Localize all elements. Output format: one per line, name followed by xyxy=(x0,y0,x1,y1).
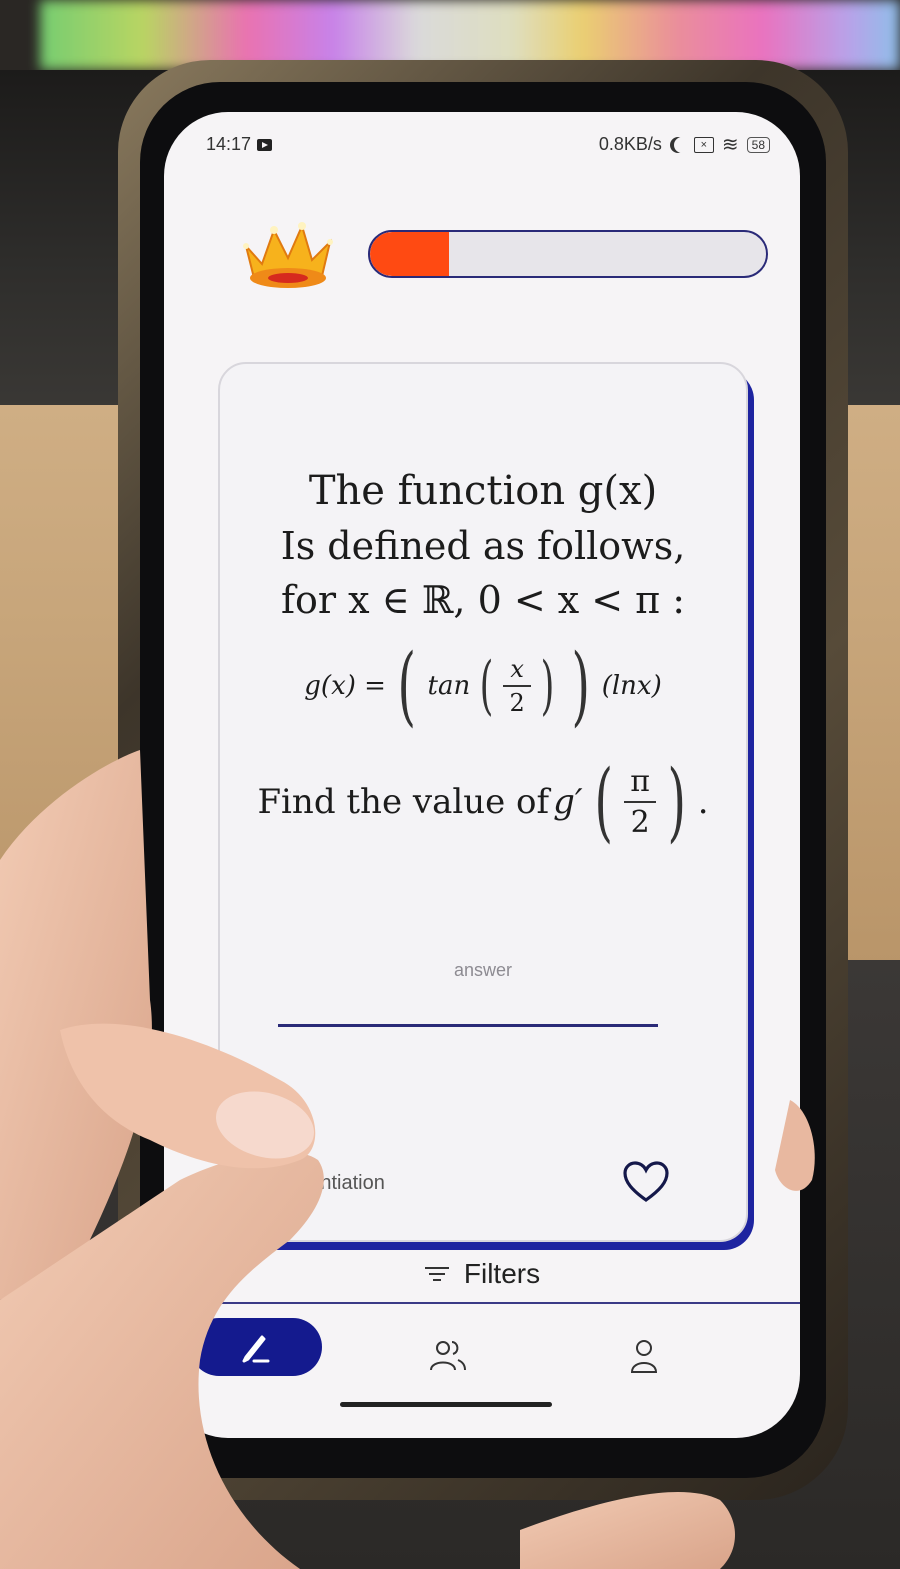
answer-input[interactable] xyxy=(278,992,658,1027)
progress-bar xyxy=(368,230,768,278)
formula-ln: (lnx) xyxy=(601,671,662,701)
status-bar: 14:17 0.8KB/s × ≋ 58 xyxy=(164,132,800,162)
question-line-1: The function g(x) xyxy=(308,468,658,514)
heart-icon[interactable] xyxy=(622,1160,670,1204)
filter-icon xyxy=(424,1264,450,1284)
answer-label: answer xyxy=(453,960,513,980)
question-card: The function g(x) Is defined as follows,… xyxy=(218,362,748,1242)
filters-label: Filters xyxy=(463,1258,541,1289)
status-time: 14:17 xyxy=(206,134,252,154)
progress-fill xyxy=(370,232,450,276)
topic-tags: s, differentiation xyxy=(244,1172,385,1194)
find-function: g′ xyxy=(553,782,583,822)
user-icon[interactable] xyxy=(624,1336,664,1376)
moon-icon xyxy=(674,137,690,153)
network-speed: 0.8KB/s xyxy=(598,134,662,154)
formula-tan: tan xyxy=(427,671,471,701)
users-icon[interactable] xyxy=(428,1336,468,1376)
question-find: Find the value of g′ ( π 2 ) . xyxy=(257,752,709,852)
pen-icon xyxy=(242,1335,270,1363)
battery-icon: 58 xyxy=(746,136,770,153)
question-line-3: for x ∈ ℝ, 0 < x < π : xyxy=(280,578,686,622)
wifi-icon: ≋ xyxy=(721,133,739,156)
screen-record-icon xyxy=(257,138,273,151)
filters-button[interactable]: Filters xyxy=(164,1258,800,1290)
home-indicator[interactable] xyxy=(340,1402,552,1407)
sim-x-icon: × xyxy=(693,136,714,153)
formula-lhs: g(x) = xyxy=(304,671,386,701)
nav-divider xyxy=(164,1302,800,1304)
find-fraction: π 2 xyxy=(624,765,657,839)
find-prefix: Find the value of xyxy=(257,782,550,822)
question-formula: g(x) = ( tan ( x 2 ) ) (lnx) xyxy=(304,636,662,736)
crown-icon xyxy=(243,222,333,288)
nav-create-button[interactable] xyxy=(190,1318,322,1376)
formula-fraction: x 2 xyxy=(503,655,532,716)
phone-screen: 14:17 0.8KB/s × ≋ 58 The function g(x) I… xyxy=(164,112,800,1438)
question-line-2: Is defined as follows, xyxy=(280,524,686,568)
